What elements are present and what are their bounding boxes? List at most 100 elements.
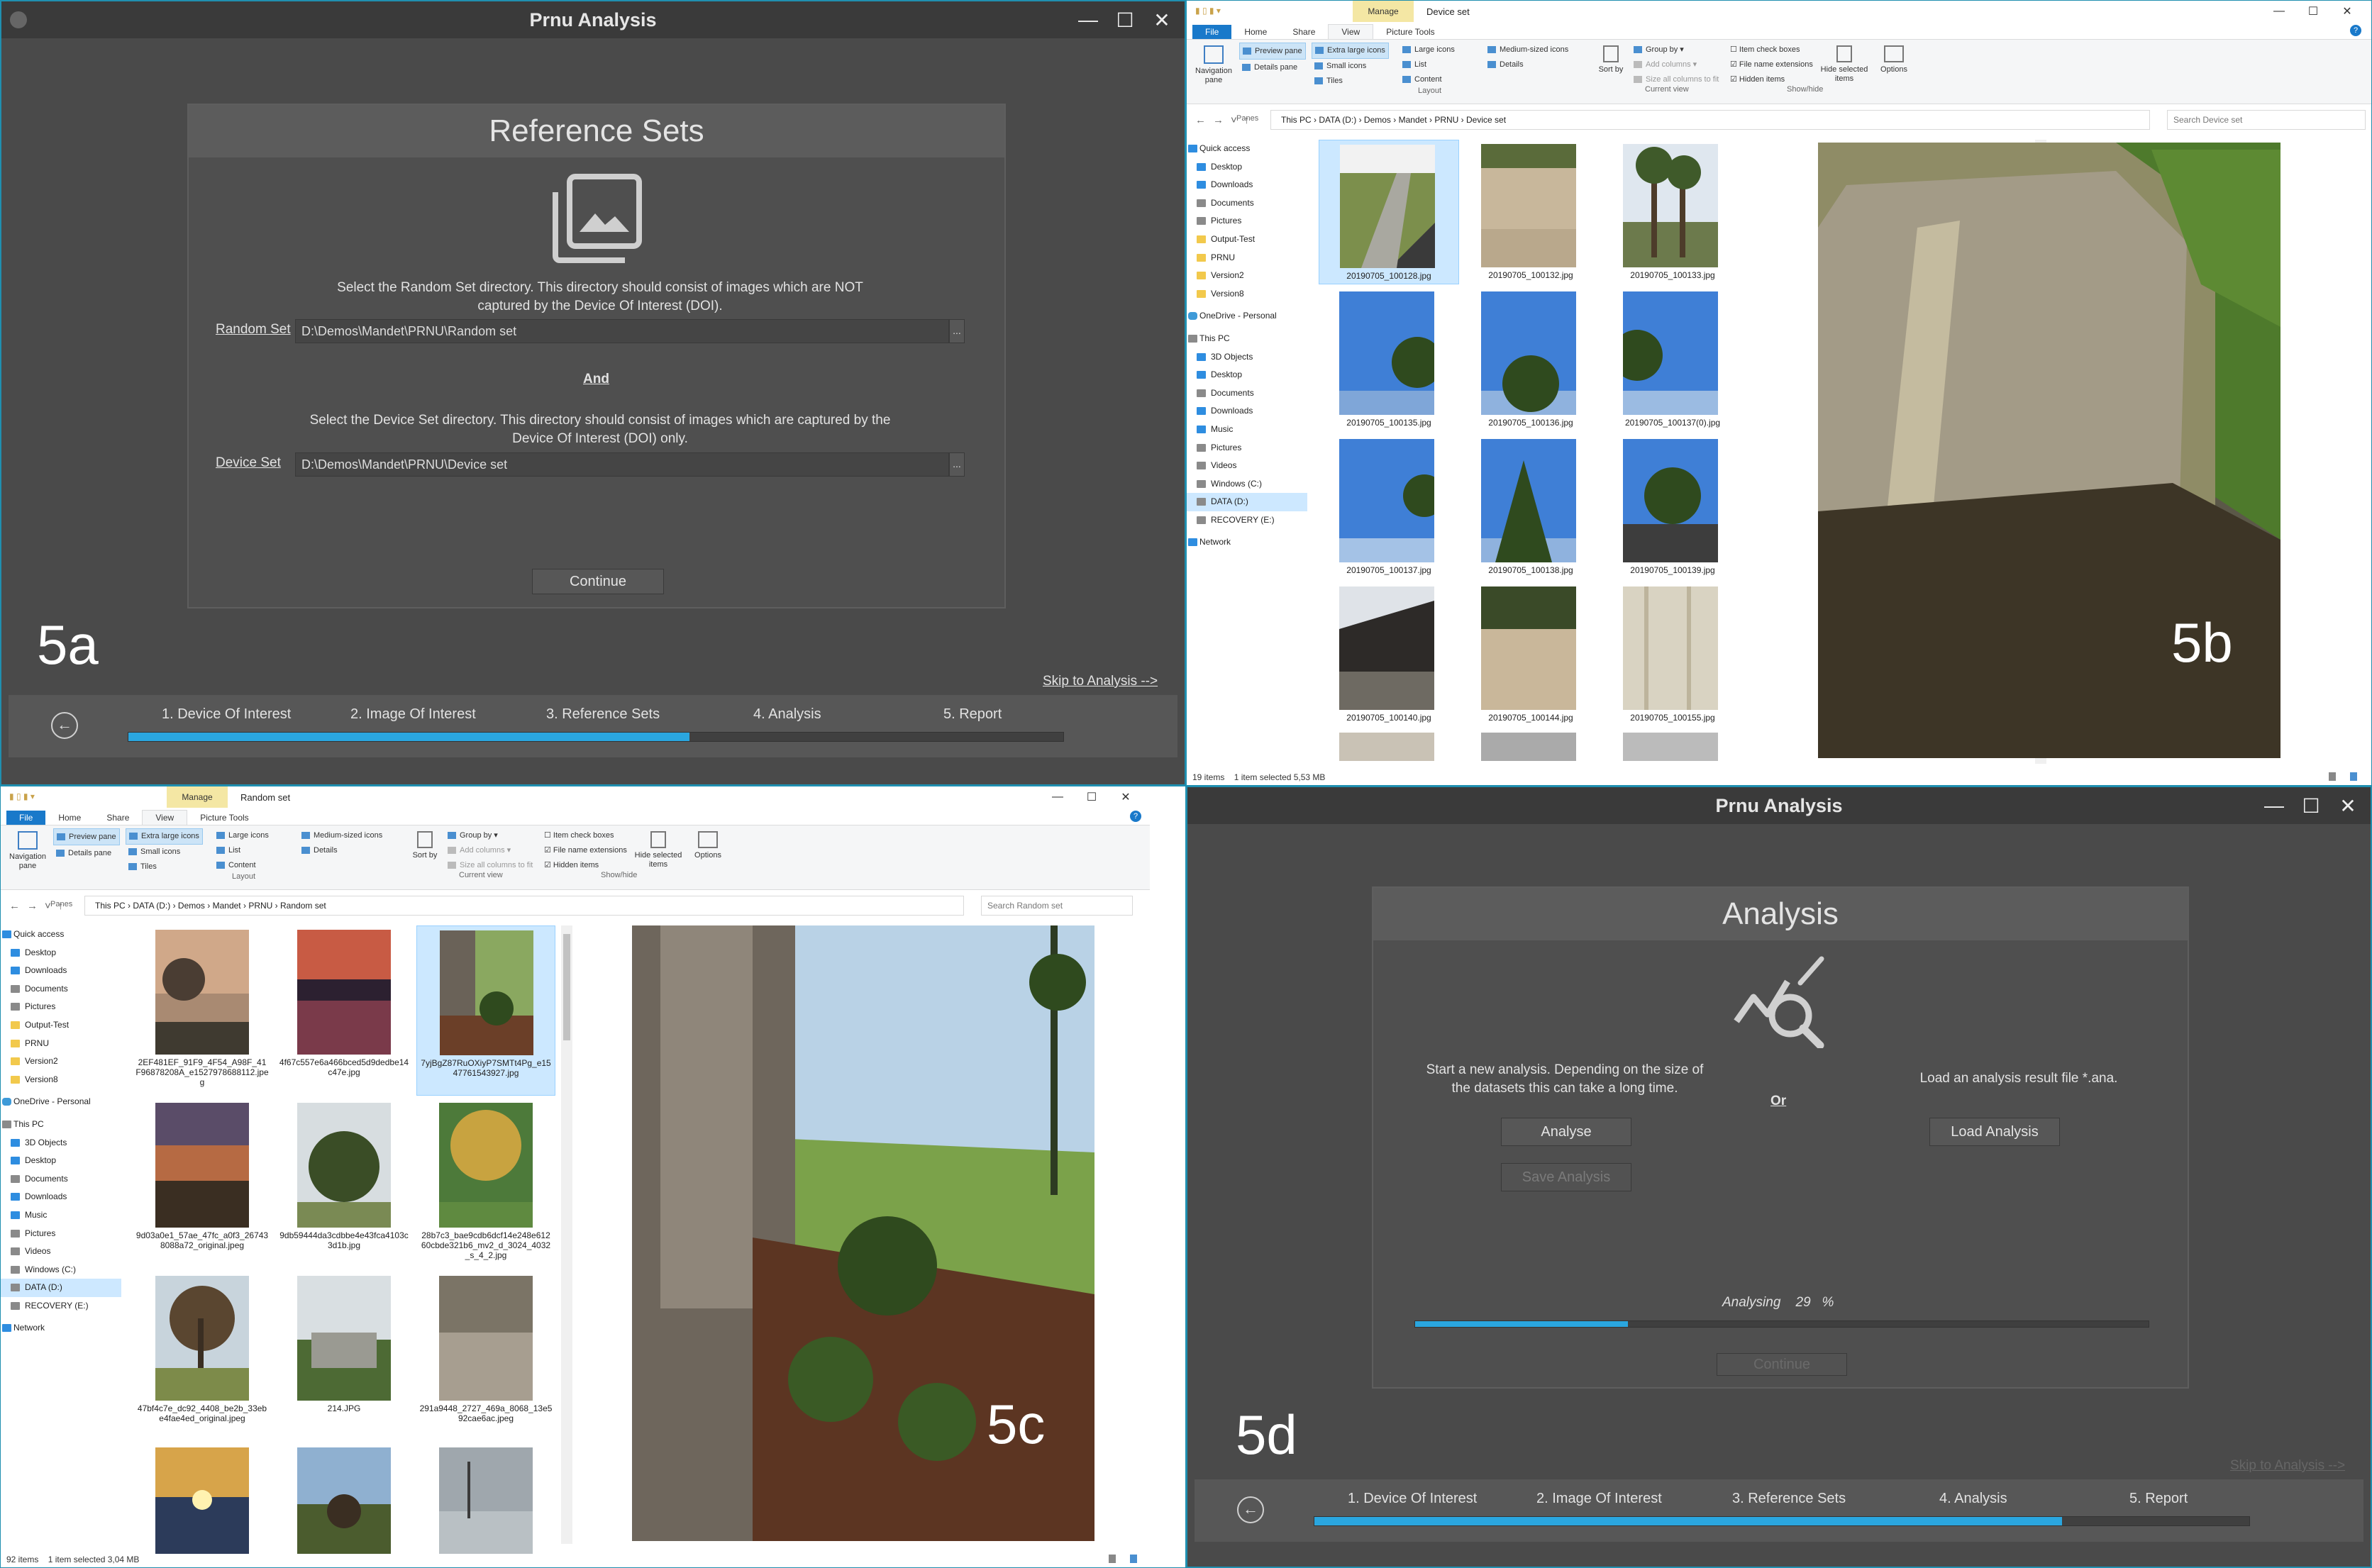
device-set-browse-button[interactable]: ... (949, 452, 965, 477)
continue-button[interactable]: Continue (1717, 1353, 1847, 1376)
navigation-pane-button[interactable]: Navigation pane (1195, 67, 1232, 84)
tree-item[interactable]: Pictures (1187, 212, 1307, 230)
tree-item[interactable]: Documents (1187, 384, 1307, 403)
tree-item[interactable]: Pictures (1, 1225, 121, 1243)
scrollbar-thumb[interactable] (563, 934, 570, 1040)
tree-item[interactable]: RECOVERY (E:) (1, 1297, 121, 1316)
list-option[interactable]: List (214, 843, 243, 858)
add-columns-button[interactable]: Add columns ▾ (1631, 57, 1700, 72)
tab-home[interactable]: Home (1231, 25, 1280, 39)
tree-item[interactable]: RECOVERY (E:) (1187, 511, 1307, 530)
step-device-of-interest[interactable]: 1. Device Of Interest (162, 706, 291, 723)
tree-item[interactable]: Videos (1, 1242, 121, 1261)
tab-share[interactable]: Share (94, 811, 142, 825)
file-grid-scrollbar[interactable] (561, 925, 572, 1544)
add-columns-button[interactable]: Add columns ▾ (445, 843, 514, 858)
tree-item[interactable]: Downloads (1, 962, 121, 980)
details-pane-button[interactable]: Details pane (53, 845, 114, 861)
file-item[interactable]: 20190705_100132.jpg (1461, 140, 1601, 284)
tree-item[interactable]: This PC (1187, 330, 1307, 348)
step-image-of-interest[interactable]: 2. Image Of Interest (350, 706, 476, 723)
close-button[interactable]: ✕ (2329, 794, 2366, 818)
analyse-button[interactable]: Analyse (1501, 1118, 1631, 1146)
tree-item[interactable]: Output-Test (1, 1016, 121, 1035)
sort-by-button[interactable]: Sort by (1599, 65, 1624, 74)
skip-to-analysis-link[interactable]: Skip to Analysis --> (1043, 674, 1158, 689)
tree-item[interactable]: OneDrive - Personal (1, 1093, 121, 1111)
tree-item[interactable]: Network (1, 1319, 121, 1338)
tree-item[interactable]: Pictures (1, 998, 121, 1016)
continue-button[interactable]: Continue (532, 569, 664, 594)
file-item[interactable]: 20190705_100128.jpg (1319, 140, 1459, 284)
step-reference-sets[interactable]: 3. Reference Sets (1732, 1491, 1846, 1507)
tree-item[interactable]: Desktop (1, 944, 121, 962)
file-item[interactable]: 20190705_100155.jpg (1602, 582, 1743, 727)
group-by-button[interactable]: Group by ▾ (1631, 43, 1687, 57)
file-item[interactable]: 20190705_100133.jpg (1602, 140, 1743, 284)
tab-picture-tools[interactable]: Picture Tools (187, 811, 261, 825)
file-item[interactable]: 9db59444da3cdbbe4e43fca4103c3d1b.jpg (275, 1099, 414, 1269)
maximize-button[interactable]: ☐ (1107, 9, 1143, 32)
large-icons-option[interactable]: Large icons (1400, 43, 1458, 57)
tiles-option[interactable]: Tiles (126, 860, 160, 874)
file-item[interactable]: 47bf4c7e_dc92_4408_be2b_33ebe4fae4ed_ori… (133, 1272, 272, 1442)
navigation-arrows-icon[interactable]: ←→˅↑ (1195, 114, 1252, 126)
file-extensions-toggle[interactable]: ☑ File name extensions (544, 843, 627, 858)
skip-to-analysis-link[interactable]: Skip to Analysis --> (2230, 1458, 2345, 1474)
step-image-of-interest[interactable]: 2. Image Of Interest (1536, 1491, 1662, 1507)
file-item[interactable]: 214.JPG (275, 1272, 414, 1442)
options-button[interactable]: Options (694, 851, 721, 860)
minimize-button[interactable]: — (1041, 791, 1075, 804)
random-set-path-field[interactable]: D:\Demos\Mandet\PRNU\Random set (295, 319, 949, 343)
tab-view[interactable]: View (1328, 24, 1374, 39)
tree-item[interactable]: Version8 (1, 1071, 121, 1089)
random-set-browse-button[interactable]: ... (949, 319, 965, 343)
file-item[interactable]: 20190705_100139.jpg (1602, 435, 1743, 579)
details-pane-button[interactable]: Details pane (1239, 60, 1300, 75)
file-item[interactable]: 20190705_100144.jpg (1461, 582, 1601, 727)
tree-item[interactable]: PRNU (1, 1035, 121, 1053)
tab-file[interactable]: File (6, 811, 46, 825)
step-reference-sets[interactable]: 3. Reference Sets (546, 706, 660, 723)
file-item[interactable]: 2EF481EF_91F9_4F54_A98F_41F96878208A_e15… (133, 925, 272, 1096)
file-item[interactable]: 20190705_100135.jpg (1319, 287, 1459, 432)
details-option[interactable]: Details (299, 843, 340, 858)
file-item[interactable]: 20190705_100138.jpg (1461, 435, 1601, 579)
tree-item[interactable]: Quick access (1, 925, 121, 944)
preview-pane-button[interactable]: Preview pane (1239, 43, 1306, 60)
address-bar[interactable]: This PC › DATA (D:) › Demos › Mandet › P… (84, 896, 964, 916)
minimize-button[interactable]: — (1070, 9, 1107, 31)
options-button[interactable]: Options (1880, 65, 1907, 74)
tree-item[interactable]: 3D Objects (1, 1134, 121, 1152)
tree-item[interactable]: PRNU (1187, 249, 1307, 267)
tree-item[interactable]: Output-Test (1187, 230, 1307, 249)
maximize-button[interactable]: ☐ (2296, 4, 2330, 18)
extra-large-icons-option[interactable]: Extra large icons (126, 828, 203, 845)
help-icon[interactable]: ? (1130, 811, 1141, 822)
file-item[interactable]: 28b7c3_bae9cdb6dcf14e248e61260cbde321b6_… (416, 1099, 555, 1269)
sort-by-button[interactable]: Sort by (413, 851, 438, 860)
small-icons-option[interactable]: Small icons (126, 845, 183, 860)
medium-icons-option[interactable]: Medium-sized icons (299, 828, 385, 843)
tree-item[interactable]: Music (1187, 421, 1307, 439)
file-item[interactable]: 20190705_100137.jpg (1319, 435, 1459, 579)
tree-item[interactable]: Downloads (1, 1188, 121, 1206)
address-bar[interactable]: This PC › DATA (D:) › Demos › Mandet › P… (1270, 110, 2150, 130)
tree-item[interactable]: Windows (C:) (1, 1261, 121, 1279)
file-item[interactable]: 20190705_100136.jpg (1461, 287, 1601, 432)
close-button[interactable]: ✕ (2330, 4, 2364, 18)
help-icon[interactable]: ? (2350, 25, 2361, 36)
tree-item[interactable]: DATA (D:) (1, 1279, 121, 1297)
step-analysis[interactable]: 4. Analysis (1939, 1491, 2007, 1507)
tiles-option[interactable]: Tiles (1312, 74, 1346, 89)
tree-item[interactable]: 3D Objects (1187, 348, 1307, 367)
tree-item[interactable]: Desktop (1, 1152, 121, 1170)
load-analysis-button[interactable]: Load Analysis (1929, 1118, 2060, 1146)
step-report[interactable]: 5. Report (943, 706, 1002, 723)
step-report[interactable]: 5. Report (2129, 1491, 2188, 1507)
maximize-button[interactable]: ☐ (2293, 794, 2329, 818)
tab-home[interactable]: Home (45, 811, 94, 825)
minimize-button[interactable]: — (2256, 794, 2293, 817)
quick-access-toolbar-icon[interactable]: ▮ ▯ ▮ ▾ (9, 791, 66, 803)
file-item[interactable]: 4f67c557e6a466bced5d9dedbe14c47e.jpg (275, 925, 414, 1096)
